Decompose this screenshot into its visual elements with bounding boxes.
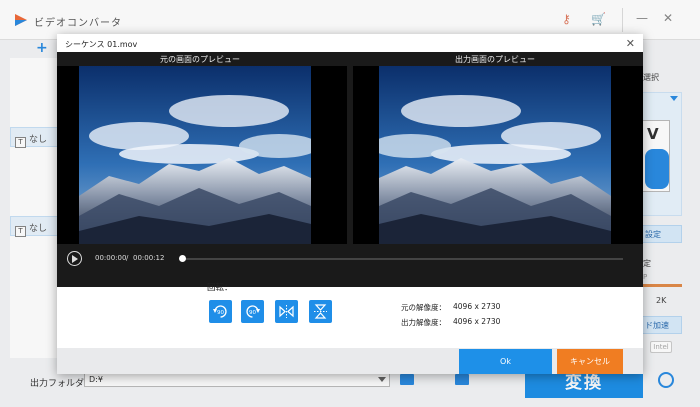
play-icon[interactable] — [67, 251, 82, 266]
output-resolution-value: 4096 x 2730 — [453, 317, 501, 326]
rotate-right-90-icon: 90 — [246, 305, 260, 318]
timeline-handle[interactable] — [179, 255, 186, 262]
current-time: 00:00:00 — [95, 254, 127, 262]
original-preview-label: 元の画面のプレビュー — [160, 55, 240, 64]
original-resolution-label: 元の解像度： — [401, 303, 446, 312]
rotate-label: 回転： — [207, 283, 233, 293]
mountain-image — [379, 66, 611, 244]
original-resolution-row: 元の解像度： 4096 x 2730 — [401, 302, 500, 313]
playback-controls: 00:00:00 / 00:00:12 — [57, 246, 643, 272]
dialog-footer — [57, 348, 643, 374]
original-resolution-value: 4096 x 2730 — [453, 302, 501, 311]
output-resolution-label: 出力解像度： — [401, 318, 446, 327]
cancel-button[interactable]: キャンセル — [557, 349, 623, 374]
output-resolution-row: 出力解像度： 4096 x 2730 — [401, 317, 500, 328]
ok-button[interactable]: Ok — [459, 349, 552, 374]
flip-vertical-icon — [314, 304, 327, 319]
svg-text:90: 90 — [217, 310, 224, 316]
time-separator: / — [126, 254, 129, 262]
close-icon[interactable]: ✕ — [626, 37, 635, 50]
original-preview-frame — [57, 66, 347, 244]
flip-vertical-button[interactable] — [309, 300, 332, 323]
total-time: 00:00:12 — [133, 254, 165, 262]
mountain-image — [79, 66, 311, 244]
rotate-left-90-icon: 90 — [213, 305, 227, 318]
output-preview-label: 出力画面のプレビュー — [455, 55, 535, 64]
preview-area: 元の画面のプレビュー 出力画面のプレビュー 00:00:00 / 00:00:1… — [57, 52, 643, 287]
timeline-track[interactable] — [181, 258, 623, 260]
rotate-right-button[interactable]: 90 — [241, 300, 264, 323]
rotate-dialog: シーケンス 01.mov ✕ 元の画面のプレビュー 出力画面のプレビュー 00:… — [57, 34, 643, 374]
rotate-left-button[interactable]: 90 — [209, 300, 232, 323]
dialog-title: シーケンス 01.mov — [65, 40, 138, 49]
flip-horizontal-icon — [279, 305, 294, 318]
flip-horizontal-button[interactable] — [275, 300, 298, 323]
output-preview-frame — [353, 66, 643, 244]
svg-text:90: 90 — [249, 310, 256, 316]
